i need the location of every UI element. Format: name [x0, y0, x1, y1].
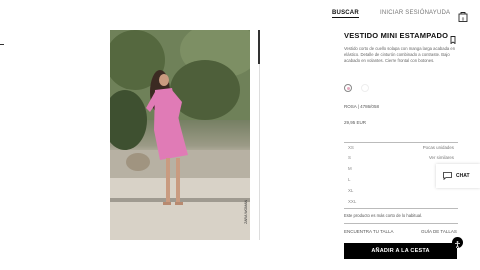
color-reference: ROSA | 4786/058	[344, 104, 379, 109]
gallery-scrollbar-thumb[interactable]	[258, 30, 260, 64]
size-option[interactable]: XXL	[346, 197, 456, 207]
nav-search-link[interactable]: BUSCAR	[332, 10, 359, 18]
sizes-bottom-border	[344, 208, 458, 209]
product-description: Vestido corto de cuello solapa con manga…	[344, 46, 456, 64]
size-option[interactable]: XS Pocas unidades	[346, 143, 456, 153]
chat-label: CHAT	[456, 173, 470, 179]
photo-caption: ZARA WOMAN	[244, 200, 248, 224]
product-title: VESTIDO MINI ESTAMPADO	[344, 31, 449, 40]
cart-icon[interactable]: 0	[458, 9, 468, 22]
find-size-link[interactable]: ENCUENTRA TU TALLA	[344, 229, 394, 234]
sizes-note: Este producto es más corto de lo habitua…	[344, 213, 423, 218]
accessibility-icon[interactable]	[452, 237, 463, 248]
nav-help-link[interactable]: AYUDA	[429, 10, 450, 16]
left-edge-mark	[0, 44, 4, 45]
add-to-cart-label: AÑADIR A LA CESTA	[371, 248, 430, 254]
product-photo[interactable]: ZARA WOMAN	[110, 30, 250, 240]
note-divider	[344, 223, 458, 224]
nav-login-link[interactable]: INICIAR SESIÓN	[380, 10, 429, 16]
chat-button[interactable]: CHAT	[436, 164, 480, 188]
svg-text:0: 0	[462, 16, 465, 21]
size-option[interactable]: S Ver similares	[346, 153, 456, 163]
chat-bubble-icon	[443, 167, 452, 185]
product-price: 29,95 EUR	[344, 120, 367, 125]
color-swatch-pink[interactable]	[344, 84, 352, 92]
color-swatch-white[interactable]	[361, 84, 369, 92]
add-to-cart-button[interactable]: AÑADIR A LA CESTA	[344, 243, 457, 259]
size-guide-link[interactable]: GUÍA DE TALLAS	[421, 229, 457, 234]
